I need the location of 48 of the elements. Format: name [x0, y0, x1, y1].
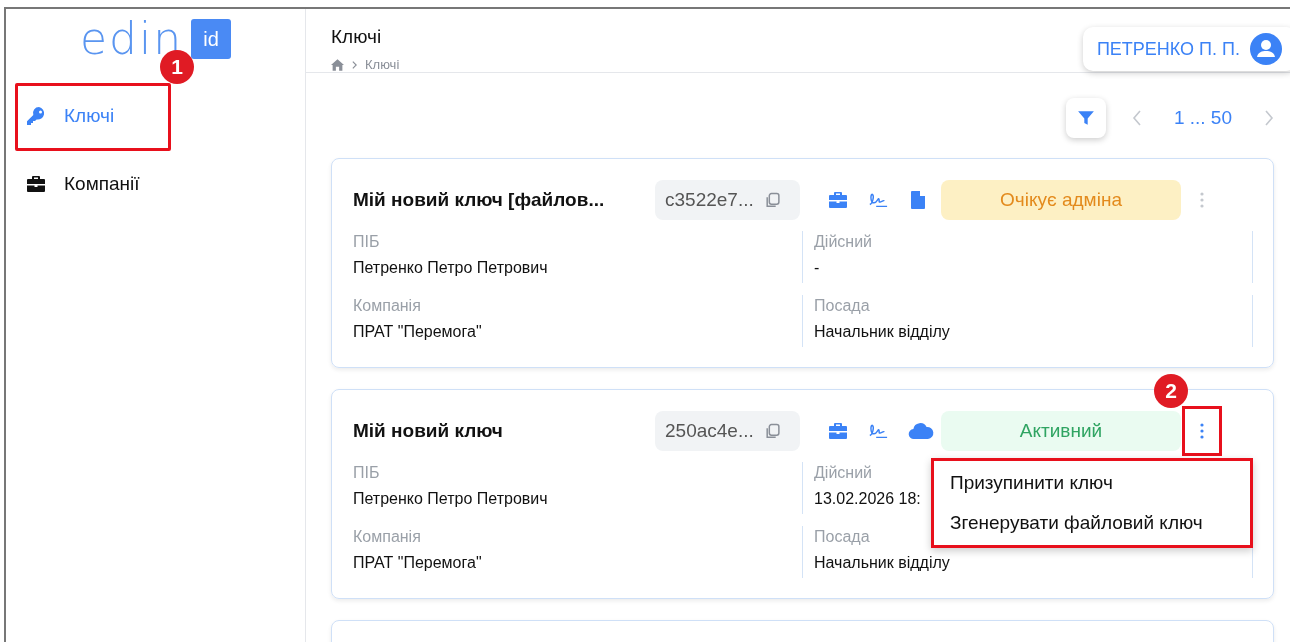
- page-title: Ключі: [331, 26, 383, 48]
- copy-icon[interactable]: [763, 191, 781, 209]
- more-options-button[interactable]: [1182, 406, 1222, 456]
- status-badge: Активний: [941, 411, 1181, 451]
- field-value: 13.02.2026 18:: [814, 490, 921, 508]
- home-icon[interactable]: [331, 58, 344, 71]
- page-range: 1 ... 50: [1173, 107, 1232, 129]
- step-marker: 1: [160, 50, 194, 84]
- menu-item[interactable]: Призупинити ключ: [934, 463, 1250, 503]
- briefcase-icon[interactable]: [828, 190, 848, 210]
- step-marker: 2: [1154, 374, 1188, 408]
- field-value: Петренко Петро Петрович: [353, 490, 548, 508]
- briefcase-icon: [26, 174, 46, 194]
- field-label: Посада: [814, 297, 870, 315]
- key-title: Мій новий ключ [файлов...: [353, 189, 606, 211]
- sidebar-item[interactable]: Компанії: [6, 160, 305, 208]
- key-icon: [26, 106, 46, 126]
- field-value: ПРАТ "Перемога": [353, 554, 482, 572]
- cloud-icon[interactable]: [908, 421, 934, 441]
- logo-badge: id: [191, 19, 232, 59]
- chevron-right-icon: [351, 59, 358, 70]
- field-value: Начальник відділу: [814, 323, 950, 341]
- field-value: Начальник відділу: [814, 554, 950, 572]
- copy-icon[interactable]: [763, 422, 781, 440]
- field-label: Компанія: [353, 528, 421, 546]
- user-avatar-icon: [1250, 33, 1282, 65]
- filter-button[interactable]: [1065, 98, 1106, 138]
- briefcase-icon[interactable]: [828, 421, 848, 441]
- kebab-icon: [1200, 423, 1204, 439]
- field-value: ПРАТ "Перемога": [353, 323, 482, 341]
- field-value: -: [814, 259, 820, 277]
- field-value: Петренко Петро Петрович: [353, 259, 548, 277]
- filter-icon: [1076, 109, 1095, 127]
- field-label: ПІБ: [353, 233, 380, 251]
- sidebar-item[interactable]: Ключі: [6, 92, 305, 140]
- document-icon[interactable]: [908, 190, 928, 210]
- key-title: Мій новий ключ: [353, 420, 504, 442]
- field-label: Дійсний: [814, 233, 873, 251]
- key-id: 250ac4e...: [665, 420, 754, 442]
- kebab-icon: [1200, 192, 1204, 208]
- field-label: ПІБ: [353, 464, 380, 482]
- field-label: Посада: [814, 528, 870, 546]
- key-id: c3522e7...: [665, 189, 754, 211]
- field-label: Дійсний: [814, 464, 873, 482]
- status-badge: Очікує адміна: [941, 180, 1181, 220]
- menu-item[interactable]: Згенерувати файловий ключ: [934, 503, 1250, 543]
- user-button[interactable]: ПЕТРЕНКО П. П.: [1082, 27, 1290, 71]
- field-label: Компанія: [353, 297, 421, 315]
